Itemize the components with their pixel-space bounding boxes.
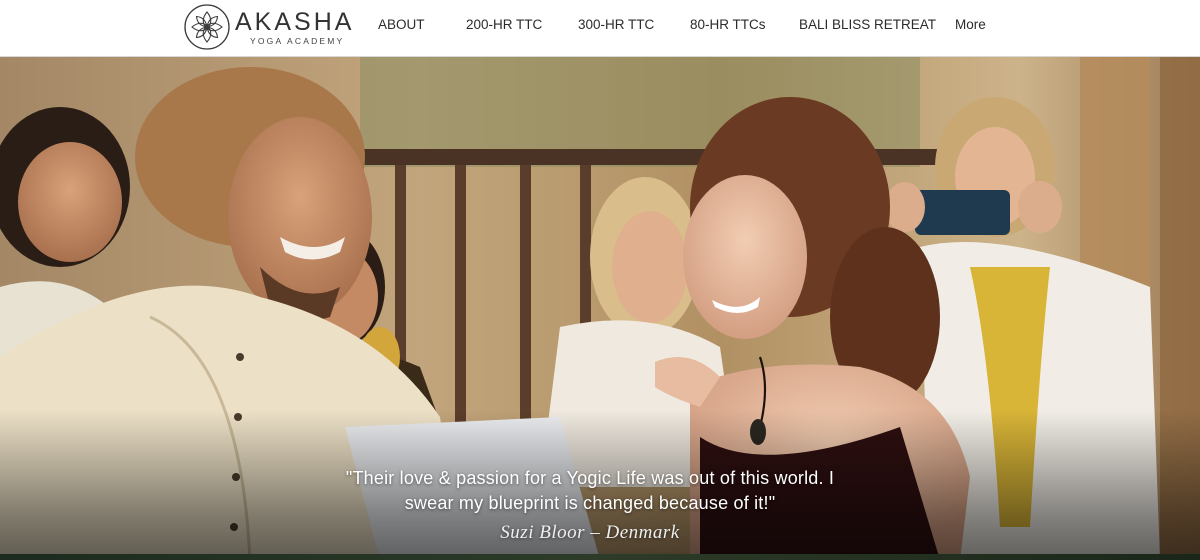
- nav-item-more[interactable]: More: [955, 16, 986, 34]
- nav-item-80hr-ttcs[interactable]: 80-HR TTCs: [690, 16, 766, 34]
- nav-item-300hr-ttc[interactable]: 300-HR TTC: [578, 16, 654, 34]
- site-header: AKASHA YOGA ACADEMY ABOUT 200-HR TTC 300…: [0, 0, 1200, 57]
- quote-text-line-2: swear my blueprint is changed because of…: [404, 493, 776, 513]
- nav-item-bali-bliss-retreat[interactable]: BALI BLISS RETREAT: [799, 16, 936, 34]
- section-divider-strip: [0, 554, 1200, 560]
- hero-banner: "Their love & passion for a Yogic Life w…: [0, 57, 1200, 560]
- testimonial-quote: "Their love & passion for a Yogic Life w…: [300, 466, 880, 544]
- logo-subtitle: YOGA ACADEMY: [250, 36, 345, 46]
- logo-name: AKASHA: [235, 8, 355, 36]
- lotus-mandala-icon: [184, 4, 230, 50]
- nav-item-about[interactable]: ABOUT: [378, 16, 425, 34]
- quote-author: Suzi Bloor – Denmark: [500, 522, 680, 543]
- quote-text-line-1: "Their love & passion for a Yogic Life w…: [345, 468, 835, 488]
- site-logo[interactable]: AKASHA YOGA ACADEMY: [183, 3, 363, 51]
- nav-item-200hr-ttc[interactable]: 200-HR TTC: [466, 16, 542, 34]
